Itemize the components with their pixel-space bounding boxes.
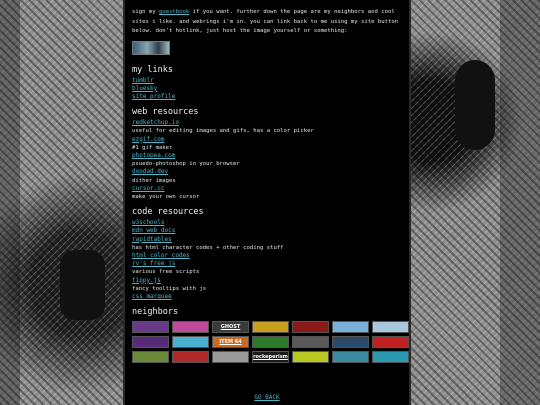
code-resource-desc: fancy tooltips with js xyxy=(132,285,207,292)
code-resource-link[interactable]: mdn web docs xyxy=(132,227,402,235)
neighbor-button[interactable]: GHOST xyxy=(212,321,249,334)
tumblr-link[interactable]: tumblr xyxy=(132,77,402,85)
code-resource-link[interactable]: w3schools xyxy=(132,219,402,227)
neighbor-button[interactable]: ITEM 64 xyxy=(212,336,249,349)
neighbor-button[interactable] xyxy=(292,351,329,364)
site-button-image xyxy=(132,40,170,55)
web-resource-link[interactable]: photopea.com xyxy=(132,152,402,160)
web-resource-link[interactable]: doodad.dev xyxy=(132,168,402,176)
guestbook-link[interactable]: guestbook xyxy=(159,9,189,15)
neighbor-button[interactable] xyxy=(252,321,289,334)
neighbor-button[interactable]: rockeperism xyxy=(252,351,289,364)
code-resource-link[interactable]: tippy.js xyxy=(132,277,402,285)
my-links-heading: my links xyxy=(132,64,173,75)
go-back-link[interactable]: GO BACK xyxy=(125,394,409,401)
neighbor-button[interactable] xyxy=(212,351,249,364)
web-resource-link[interactable]: cursor.cc xyxy=(132,185,402,193)
code-resource-link[interactable]: rv's free js xyxy=(132,260,402,268)
web-resource-desc: useful for editing images and gifs, has … xyxy=(132,128,314,135)
intro-text: sign my guestbook if you want. further d… xyxy=(132,9,399,34)
code-resource-desc: has html character codes + other coding … xyxy=(132,244,284,251)
neighbor-button[interactable] xyxy=(332,321,369,334)
neighbor-button[interactable] xyxy=(332,351,369,364)
web-resource-desc: make your own cursor xyxy=(132,193,200,200)
content-panel: sign my guestbook if you want. further d… xyxy=(123,0,411,405)
neighbors-grid: GHOST ITEM 64 rockeperism xyxy=(132,321,409,364)
neighbor-button[interactable] xyxy=(292,321,329,334)
web-resource-link[interactable]: ezgif.com xyxy=(132,136,402,144)
code-resource-link[interactable]: rapidtables xyxy=(132,236,402,244)
code-resource-desc: various free scripts xyxy=(132,269,200,276)
neighbor-button[interactable] xyxy=(332,336,369,349)
bluesky-link[interactable]: bluesky xyxy=(132,85,402,93)
web-resource-desc: #1 gif maker xyxy=(132,144,173,151)
neighbor-button[interactable] xyxy=(252,336,289,349)
web-resources-heading: web resources xyxy=(132,107,199,118)
neighbor-button[interactable] xyxy=(172,351,209,364)
code-resources-heading: code resources xyxy=(132,207,204,218)
code-resource-link[interactable]: html color codes xyxy=(132,252,402,260)
neighbor-button[interactable] xyxy=(372,351,409,364)
neighbors-heading: neighbors xyxy=(132,307,179,318)
neighbor-button[interactable] xyxy=(372,336,409,349)
neighbor-button[interactable] xyxy=(132,321,169,334)
web-resource-desc: dither images xyxy=(132,177,176,184)
neighbor-button[interactable] xyxy=(172,336,209,349)
web-resource-desc: psuedo-photoshop in your browser xyxy=(132,161,240,168)
web-resource-link[interactable]: redketchup.io xyxy=(132,119,402,127)
neighbor-button[interactable] xyxy=(132,336,169,349)
neighbor-button[interactable] xyxy=(292,336,329,349)
neighbor-button[interactable] xyxy=(132,351,169,364)
code-resource-link[interactable]: css marquee xyxy=(132,293,402,301)
neighbor-button[interactable] xyxy=(172,321,209,334)
site-profile-link[interactable]: site profile xyxy=(132,93,402,101)
neighbor-button[interactable] xyxy=(372,321,409,334)
